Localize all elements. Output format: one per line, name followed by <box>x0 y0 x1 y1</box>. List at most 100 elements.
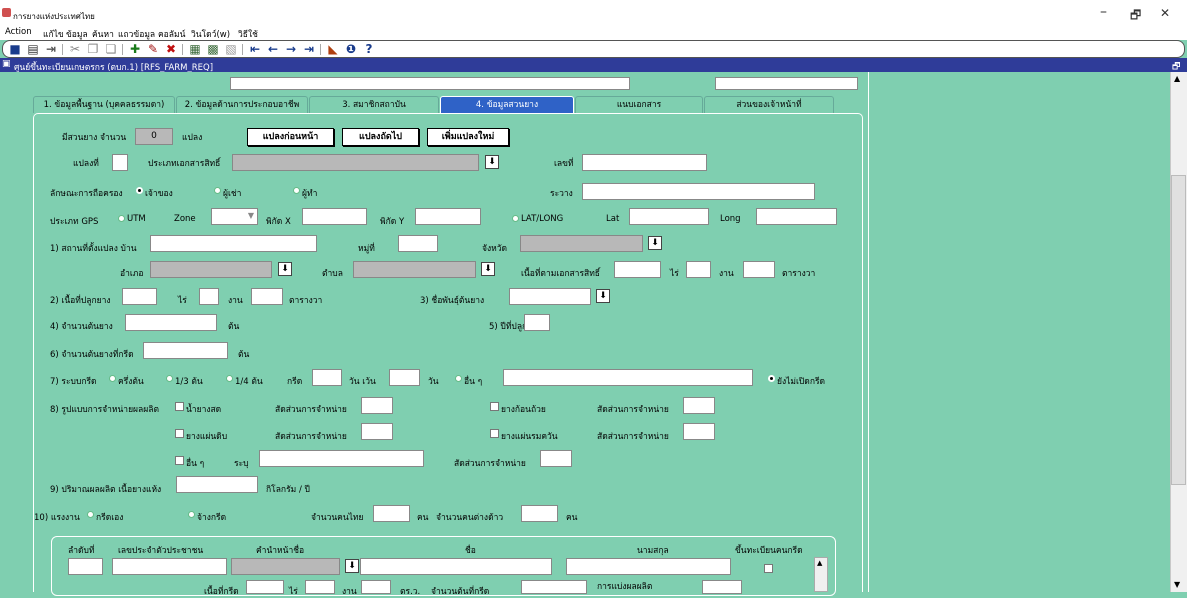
gps-utm-radio[interactable] <box>118 215 125 222</box>
grid-id-field[interactable] <box>112 558 227 575</box>
sell-latex-ratio-field[interactable] <box>361 397 393 414</box>
gps-latlong-radio[interactable] <box>512 215 519 222</box>
labor-hired-radio[interactable] <box>188 511 195 518</box>
menu-help[interactable]: วิธีใช้ <box>238 27 258 41</box>
tap-third-radio[interactable] <box>166 375 173 382</box>
sell-other-ratio-field[interactable] <box>540 450 572 467</box>
tab-attachments[interactable]: แนบเอกสาร <box>575 96 703 113</box>
previous-plot-button[interactable]: แปลงก่อนหน้า <box>247 128 334 146</box>
cancel-query-icon[interactable]: ▧ <box>223 42 239 57</box>
x-coord-field[interactable] <box>302 208 367 225</box>
tap-skip-days-field[interactable] <box>389 369 420 386</box>
save-icon[interactable]: ■ <box>7 42 23 57</box>
print-icon[interactable]: ▤ <box>25 42 41 57</box>
scroll-down-arrow-icon[interactable]: ▼ <box>1174 580 1180 589</box>
tap-other-radio[interactable] <box>455 375 462 382</box>
copy-icon[interactable]: ❐ <box>85 42 101 57</box>
doc-no-field[interactable] <box>582 154 707 171</box>
sell-other-checkbox[interactable] <box>175 456 184 465</box>
range-field[interactable] <box>582 183 815 200</box>
grid-seq-field[interactable] <box>68 558 103 575</box>
sell-cup-checkbox[interactable] <box>490 402 499 411</box>
grid-prefix-dropdown-icon[interactable]: ⬇ <box>345 559 359 573</box>
variety-dropdown-icon[interactable]: ⬇ <box>596 289 610 303</box>
top-field-1[interactable] <box>230 77 630 90</box>
help-icon[interactable]: ? <box>361 42 377 57</box>
add-plot-button[interactable]: เพิ่มแปลงใหม่ <box>427 128 509 146</box>
delete-record-icon[interactable]: ✖ <box>163 42 179 57</box>
previous-record-icon[interactable]: ← <box>265 42 281 57</box>
grid-scrollbar[interactable]: ▲ <box>814 557 828 592</box>
grid-lastname-field[interactable] <box>566 558 731 575</box>
tap-quarter-radio[interactable] <box>226 375 233 382</box>
doc-type-dropdown-icon[interactable]: ⬇ <box>485 155 499 169</box>
edit-record-icon[interactable]: ✎ <box>145 42 161 57</box>
village-field[interactable] <box>150 235 317 252</box>
planted-wa-field[interactable] <box>251 288 283 305</box>
labor-self-radio[interactable] <box>87 511 94 518</box>
tab-basic-info[interactable]: 1. ข้อมูลพื้นฐาน (บุคคลธรรมดา) <box>33 96 175 113</box>
amphoe-dropdown-icon[interactable]: ⬇ <box>278 262 292 276</box>
tapped-tree-field[interactable] <box>143 342 228 359</box>
sell-cup-ratio-field[interactable] <box>683 397 715 414</box>
holding-renter-radio[interactable] <box>214 187 221 194</box>
lat-field[interactable] <box>629 208 709 225</box>
tab-occupation[interactable]: 2. ข้อมูลด้านการประกอบอาชีพ <box>176 96 308 113</box>
sell-sheet-checkbox[interactable] <box>175 429 184 438</box>
thai-workers-field[interactable] <box>373 505 410 522</box>
scrollbar-thumb[interactable] <box>1171 175 1186 485</box>
holding-worker-radio[interactable] <box>293 187 300 194</box>
menu-action[interactable]: Action <box>5 27 32 37</box>
plot-no-field[interactable] <box>112 154 128 171</box>
info-icon[interactable]: ❶ <box>343 42 359 57</box>
menu-window[interactable]: วินโดว์(w) <box>191 27 230 41</box>
tap-days-field[interactable] <box>312 369 342 386</box>
area-doc-ngan-field[interactable] <box>686 261 711 278</box>
menu-search[interactable]: ค้นหา <box>92 27 114 41</box>
top-field-2[interactable] <box>715 77 858 90</box>
province-dropdown-icon[interactable]: ⬇ <box>648 236 662 250</box>
planted-rai-field[interactable] <box>122 288 157 305</box>
minimize-button[interactable]: – <box>1100 4 1107 20</box>
variety-field[interactable] <box>509 288 591 305</box>
menu-rows[interactable]: แถวข้อมูล <box>118 27 155 41</box>
grid-firstname-field[interactable] <box>360 558 552 575</box>
tap-other-field[interactable] <box>503 369 753 386</box>
last-record-icon[interactable]: ⇥ <box>301 42 317 57</box>
sell-other-specify-field[interactable] <box>259 450 424 467</box>
sell-latex-checkbox[interactable] <box>175 402 184 411</box>
long-field[interactable] <box>756 208 837 225</box>
y-coord-field[interactable] <box>415 208 481 225</box>
tab-rubber-plantation[interactable]: 4. ข้อมูลสวนยาง <box>440 96 574 113</box>
paste-icon[interactable]: ❏ <box>103 42 119 57</box>
exit-icon[interactable]: ⇥ <box>43 42 59 57</box>
foreign-workers-field[interactable] <box>521 505 558 522</box>
sell-smoked-ratio-field[interactable] <box>683 423 715 440</box>
menu-columns[interactable]: คอลัมน์ <box>158 27 185 41</box>
first-record-icon[interactable]: ⇤ <box>247 42 263 57</box>
sell-sheet-ratio-field[interactable] <box>361 423 393 440</box>
enter-query-icon[interactable]: ▦ <box>187 42 203 57</box>
next-record-icon[interactable]: → <box>283 42 299 57</box>
insert-record-icon[interactable]: ✚ <box>127 42 143 57</box>
scroll-up-arrow-icon[interactable]: ▲ <box>1174 74 1180 83</box>
holding-owner-radio[interactable] <box>136 187 143 194</box>
chart-icon[interactable]: ◣ <box>325 42 341 57</box>
menu-data[interactable]: ข้อมูล <box>66 27 88 41</box>
tree-count-field[interactable] <box>125 314 217 331</box>
area-doc-rai-field[interactable] <box>614 261 661 278</box>
close-button[interactable]: ✕ <box>1160 6 1170 20</box>
tap-not-open-radio[interactable] <box>768 375 775 382</box>
menu-edit[interactable]: แก้ไข <box>43 27 64 41</box>
planted-ngan-field[interactable] <box>199 288 219 305</box>
tab-institution[interactable]: 3. สมาชิกสถาบัน <box>309 96 439 113</box>
tambon-dropdown-icon[interactable]: ⬇ <box>481 262 495 276</box>
yield-field[interactable] <box>176 476 258 493</box>
moo-field[interactable] <box>398 235 438 252</box>
grid-registered-checkbox[interactable] <box>764 564 773 573</box>
sell-smoked-checkbox[interactable] <box>490 429 499 438</box>
tab-officer[interactable]: ส่วนของเจ้าหน้าที่ <box>704 96 834 113</box>
area-doc-wa-field[interactable] <box>743 261 775 278</box>
next-plot-button[interactable]: แปลงถัดไป <box>342 128 419 146</box>
plant-year-field[interactable] <box>524 314 550 331</box>
